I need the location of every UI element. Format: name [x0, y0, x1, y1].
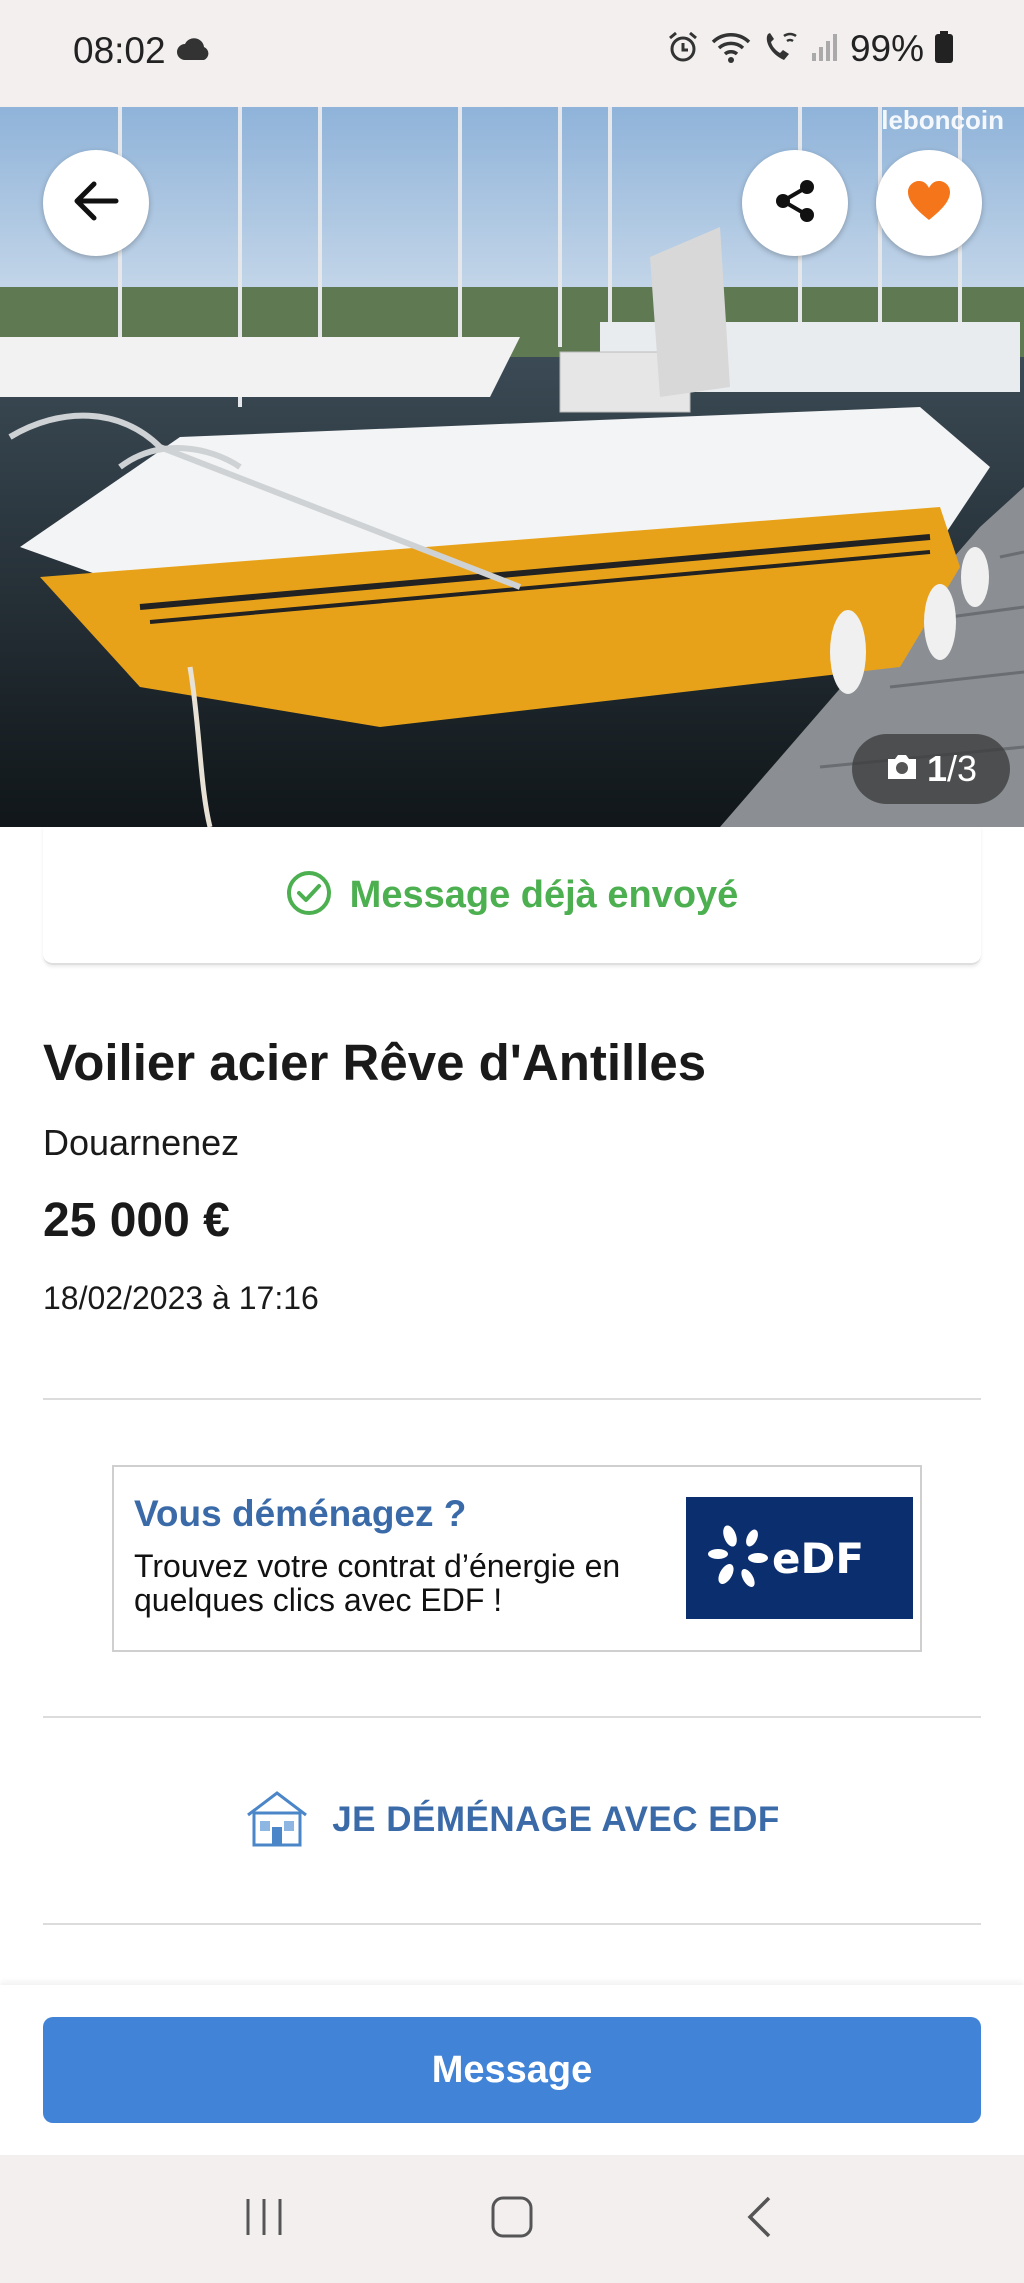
back-nav-button[interactable]	[720, 2179, 800, 2259]
status-bar: 08:02 99%	[0, 0, 1024, 107]
alarm-icon	[666, 30, 700, 69]
battery-level: 99%	[849, 28, 924, 69]
photo-total: /3	[947, 748, 978, 789]
listing-location[interactable]: Douarnenez	[43, 1122, 239, 1164]
share-icon	[773, 178, 817, 229]
edf-move-link[interactable]: JE DÉMÉNAGE AVEC EDF	[0, 1760, 1024, 1880]
share-button[interactable]	[742, 150, 848, 256]
system-nav-bar	[0, 2155, 1024, 2283]
home-button[interactable]	[472, 2179, 552, 2259]
status-icons: 99%	[666, 28, 954, 70]
sailboat-photo	[0, 107, 1024, 827]
message-button[interactable]: Message	[43, 2017, 981, 2123]
listing-date: 18/02/2023 à 17:16	[43, 1280, 319, 1316]
ad-body: Trouvez votre contrat d’énergie en quelq…	[134, 1548, 621, 1618]
check-circle-icon	[286, 870, 332, 921]
recents-icon	[242, 2197, 286, 2242]
edf-logo-text: eDF	[772, 1534, 864, 1583]
photo-index: 1	[926, 748, 947, 789]
arrow-left-icon	[72, 179, 120, 228]
message-sent-banner: Message déjà envoyé	[43, 827, 981, 965]
status-time: 08:02	[73, 30, 166, 71]
cloud-icon	[176, 38, 212, 67]
battery-icon	[934, 30, 954, 69]
recents-button[interactable]	[224, 2179, 304, 2259]
chevron-left-icon	[745, 2195, 775, 2244]
message-sent-label: Message déjà envoyé	[349, 873, 739, 916]
camera-icon	[885, 748, 919, 790]
favorite-button[interactable]	[876, 150, 982, 256]
photo-counter[interactable]: 1/3	[852, 734, 1010, 804]
back-button[interactable]	[43, 150, 149, 256]
edf-ad-banner[interactable]: Vous déménagez ? Trouvez votre contrat d…	[112, 1465, 922, 1652]
ad-title: Vous déménagez ?	[134, 1493, 467, 1534]
edf-move-label: JE DÉMÉNAGE AVEC EDF	[332, 1800, 780, 1839]
bottom-action-bar: Message	[0, 1985, 1024, 2155]
signal-icon	[810, 31, 840, 68]
edf-logo: eDF	[686, 1497, 913, 1619]
listing-price: 25 000 €	[43, 1194, 230, 1247]
house-icon	[244, 1789, 310, 1852]
divider	[43, 1923, 981, 1925]
listing-photo[interactable]: leboncoin 1/3	[0, 107, 1024, 827]
divider	[43, 1398, 981, 1400]
wifi-icon	[710, 30, 752, 69]
wifi-call-icon	[762, 30, 800, 69]
heart-icon	[906, 180, 952, 227]
divider	[43, 1716, 981, 1718]
listing-title: Voilier acier Rêve d'Antilles	[43, 1034, 707, 1091]
leboncoin-watermark: leboncoin	[881, 107, 1004, 135]
home-icon	[490, 2195, 534, 2244]
